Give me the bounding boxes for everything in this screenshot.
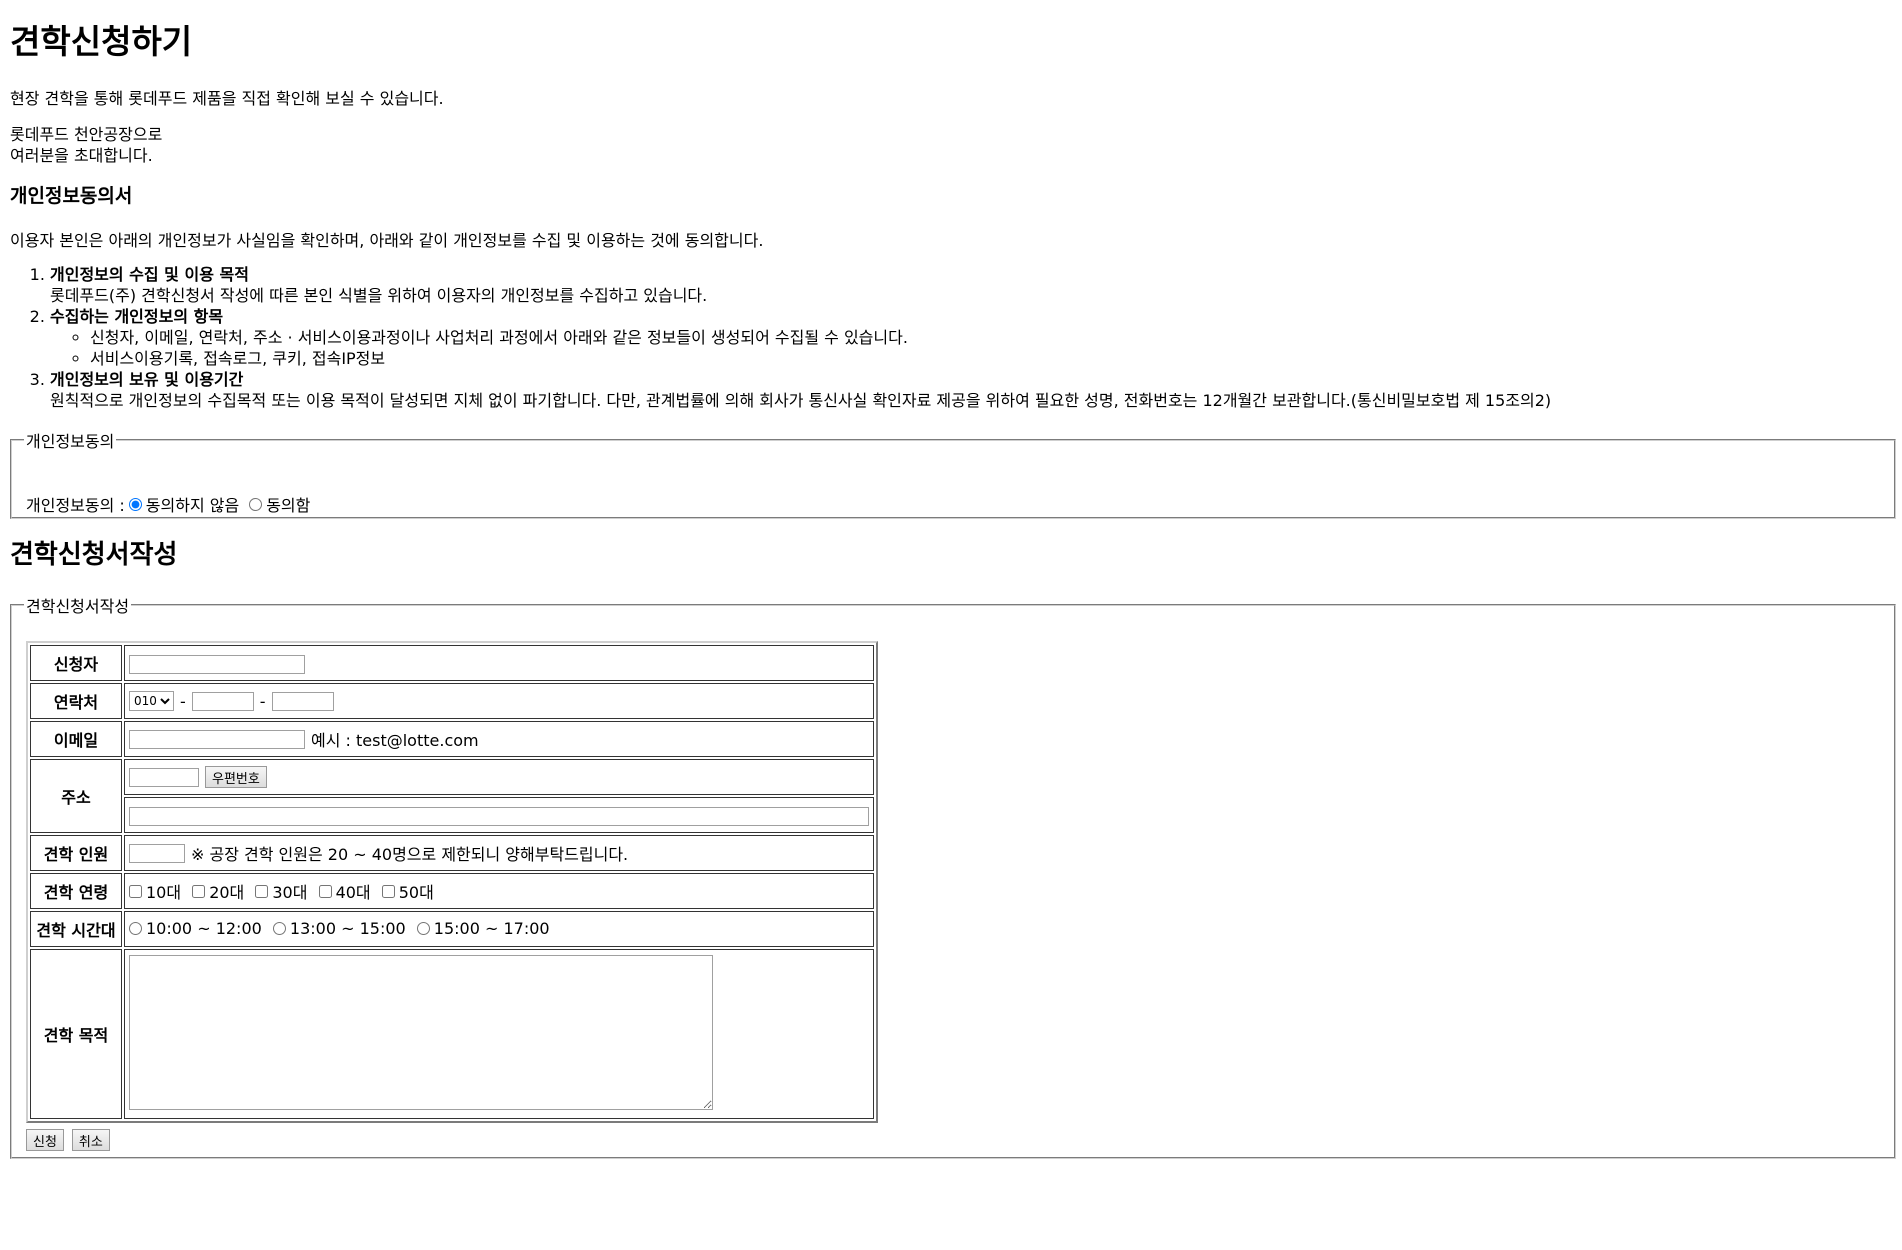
application-table: 신청자 연락처 010 - - 이메일 예시: test@lotte.com … xyxy=(26,641,878,1123)
time-radio[interactable] xyxy=(129,922,142,935)
zipcode-button[interactable]: 우편번호 xyxy=(205,766,267,788)
age-label: 50대 xyxy=(398,883,434,902)
age-option[interactable]: 30대 xyxy=(255,879,307,903)
age-checkbox[interactable] xyxy=(129,884,142,898)
cell-address-detail xyxy=(124,797,874,833)
privacy-item: 개인정보의 보유 및 이용기간 원칙적으로 개인정보의 수집목적 또는 이용 목… xyxy=(50,369,1551,411)
submit-button[interactable]: 신청 xyxy=(26,1129,64,1151)
phone-middle-input[interactable] xyxy=(191,691,254,711)
intro-text: 현장 견학을 통해 롯데푸드 제품을 직접 확인해 보실 수 있습니다. xyxy=(10,89,444,108)
consent-agree-label: 동의함 xyxy=(266,496,311,515)
invite-line-2: 여러분을 초대합니다. xyxy=(10,146,153,165)
zipcode-input[interactable] xyxy=(129,767,199,787)
phone-prefix-select[interactable]: 010 xyxy=(129,691,174,711)
label-age: 견학 연령 xyxy=(30,873,122,909)
label-contact: 연락처 xyxy=(30,683,122,719)
row-address-zip: 주소 우편번호 xyxy=(30,759,874,833)
row-visitors: 견학 인원 ※ 공장 견학 인원은 20 ~ 40명으로 제한되니 양해부탁드립… xyxy=(30,835,874,871)
consent-agree-radio[interactable] xyxy=(249,497,263,511)
time-label: 13:00 ~ 15:00 xyxy=(289,919,406,938)
cell-applicant xyxy=(124,645,874,681)
row-purpose: 견학 목적 xyxy=(30,949,874,1119)
label-visitors: 견학 인원 xyxy=(30,835,122,871)
time-label: 10:00 ~ 12:00 xyxy=(146,919,262,938)
consent-disagree-option[interactable]: 동의하지 않음 xyxy=(128,492,240,516)
label-address: 주소 xyxy=(30,759,122,833)
label-email: 이메일 xyxy=(30,721,122,757)
privacy-sublist: 신청자, 이메일, 연락처, 주소 · 서비스이용과정이나 사업처리 과정에서 … xyxy=(50,327,1551,369)
privacy-subitem: 서비스이용기록, 접속로그, 쿠키, 접속IP정보 xyxy=(90,348,1551,369)
form-buttons: 신청 취소 xyxy=(26,1129,110,1151)
address-input[interactable] xyxy=(129,806,869,826)
consent-disagree-label: 동의하지 않음 xyxy=(145,496,240,515)
age-checkbox[interactable] xyxy=(192,884,206,898)
page-title: 견학신청하기 xyxy=(10,22,193,61)
cell-email: 예시 : test@lotte.com xyxy=(124,721,874,757)
cell-age: 10대 20대 30대 40대 50대 xyxy=(124,873,874,909)
invite-line-1: 롯데푸드 천안공장으로 xyxy=(10,125,163,144)
email-example: 예시 : test@lotte.com xyxy=(311,731,479,750)
row-age: 견학 연령 10대 20대 30대 40대 50대 xyxy=(30,873,874,909)
privacy-item: 개인정보의 수집 및 이용 목적 롯데푸드(주) 견학신청서 작성에 따른 본인… xyxy=(50,264,1551,306)
consent-disagree-radio[interactable] xyxy=(128,497,142,511)
privacy-item-title: 개인정보의 보유 및 이용기간 xyxy=(50,370,244,389)
age-option[interactable]: 20대 xyxy=(192,879,244,903)
age-label: 20대 xyxy=(209,883,245,902)
cancel-button[interactable]: 취소 xyxy=(71,1129,110,1151)
age-label: 30대 xyxy=(272,883,308,902)
privacy-statement: 이용자 본인은 아래의 개인정보가 사실임을 확인하며, 아래와 같이 개인정보… xyxy=(10,231,764,250)
visitors-input[interactable] xyxy=(129,843,185,863)
email-input[interactable] xyxy=(129,729,305,749)
privacy-heading: 개인정보동의서 xyxy=(10,185,133,207)
privacy-list: 개인정보의 수집 및 이용 목적 롯데푸드(주) 견학신청서 작성에 따른 본인… xyxy=(10,264,1551,411)
age-option[interactable]: 10대 xyxy=(129,879,181,903)
phone-separator: - xyxy=(180,691,186,711)
row-contact: 연락처 010 - - xyxy=(30,683,874,719)
consent-fieldset: 개인정보동의 개인정보동의 : 동의하지 않음 동의함 xyxy=(10,428,1896,519)
privacy-item-text: 원칙적으로 개인정보의 수집목적 또는 이용 목적이 달성되면 지체 없이 파기… xyxy=(50,391,1552,410)
privacy-item-title: 개인정보의 수집 및 이용 목적 xyxy=(50,265,249,284)
visitors-note: ※ 공장 견학 인원은 20 ~ 40명으로 제한되니 양해부탁드립니다. xyxy=(191,845,629,864)
age-option[interactable]: 40대 xyxy=(318,879,371,903)
privacy-item: 수집하는 개인정보의 항목 신청자, 이메일, 연락처, 주소 · 서비스이용과… xyxy=(50,306,1551,369)
phone-separator: - xyxy=(259,691,266,711)
time-radio[interactable] xyxy=(416,922,430,935)
consent-agree-option[interactable]: 동의함 xyxy=(249,492,310,516)
age-checkbox[interactable] xyxy=(255,884,269,898)
consent-legend: 개인정보동의 xyxy=(26,432,115,451)
age-checkbox[interactable] xyxy=(381,884,395,898)
privacy-item-title: 수집하는 개인정보의 항목 xyxy=(50,307,224,326)
label-time: 견학 시간대 xyxy=(30,911,122,947)
privacy-item-text: 롯데푸드(주) 견학신청서 작성에 따른 본인 식별을 위하여 이용자의 개인정… xyxy=(50,286,708,305)
cell-time: 10:00 ~ 12:00 13:00 ~ 15:00 15:00 ~ 17:0… xyxy=(124,911,874,947)
applicant-input[interactable] xyxy=(129,654,305,674)
time-label: 15:00 ~ 17:00 xyxy=(433,919,550,938)
age-checkbox[interactable] xyxy=(318,884,332,898)
age-option[interactable]: 50대 xyxy=(381,879,434,903)
cell-contact: 010 - - xyxy=(124,683,874,719)
purpose-textarea[interactable] xyxy=(129,954,713,1110)
consent-row: 개인정보동의 : 동의하지 않음 동의함 xyxy=(26,492,316,516)
row-email: 이메일 예시 : test@lotte.com xyxy=(30,721,874,757)
cell-purpose xyxy=(124,949,874,1119)
time-option[interactable]: 13:00 ~ 15:00 xyxy=(272,919,406,938)
form-heading: 견학신청서작성 xyxy=(10,540,178,570)
phone-last-input[interactable] xyxy=(271,691,334,711)
application-legend: 견학신청서작성 xyxy=(26,597,130,616)
privacy-subitem: 신청자, 이메일, 연락처, 주소 · 서비스이용과정이나 사업처리 과정에서 … xyxy=(90,327,1551,348)
row-time: 견학 시간대 10:00 ~ 12:00 13:00 ~ 15:00 15:00… xyxy=(30,911,874,947)
cell-visitors: ※ 공장 견학 인원은 20 ~ 40명으로 제한되니 양해부탁드립니다. xyxy=(124,835,874,871)
row-applicant: 신청자 xyxy=(30,645,874,681)
time-option[interactable]: 10:00 ~ 12:00 xyxy=(129,919,262,938)
time-radio[interactable] xyxy=(272,922,286,935)
row-address-detail xyxy=(30,797,874,833)
age-label: 10대 xyxy=(146,883,182,902)
label-applicant: 신청자 xyxy=(30,645,122,681)
consent-label: 개인정보동의 : xyxy=(26,496,125,515)
age-label: 40대 xyxy=(335,883,371,902)
application-fieldset: 견학신청서작성 신청자 연락처 010 - - 이메일 예시: test@lo… xyxy=(10,593,1896,1159)
label-purpose: 견학 목적 xyxy=(30,949,122,1119)
time-option[interactable]: 15:00 ~ 17:00 xyxy=(416,919,550,938)
cell-zip: 우편번호 xyxy=(124,759,874,795)
